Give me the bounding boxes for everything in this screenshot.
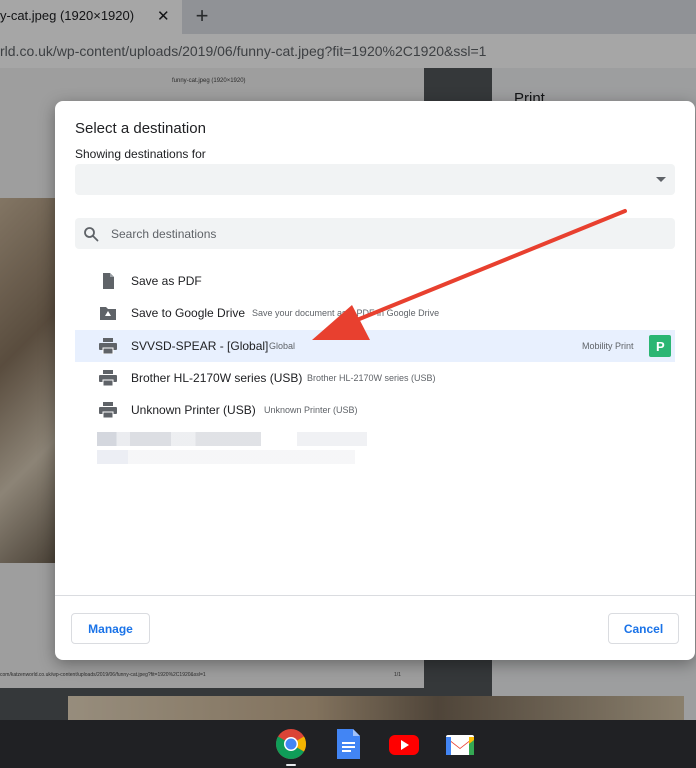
destination-row-unknown-printer[interactable]: Unknown Printer (USB) Unknown Printer (U… <box>75 394 675 426</box>
redacted-destination-2 <box>97 450 355 464</box>
destination-description: Brother HL-2170W series (USB) <box>307 373 436 383</box>
redacted-destination <box>97 432 261 446</box>
select-destination-dialog: Select a destination Showing destination… <box>55 101 695 660</box>
redacted-destination-detail <box>297 432 367 446</box>
destination-row-brother-printer[interactable]: Brother HL-2170W series (USB) Brother HL… <box>75 362 675 394</box>
footer-divider <box>55 595 695 596</box>
youtube-icon[interactable] <box>388 728 420 760</box>
printer-icon <box>99 338 117 354</box>
destination-description: Global <box>269 341 296 351</box>
destination-name: Save to Google Drive <box>131 306 246 320</box>
account-dropdown[interactable] <box>75 164 675 195</box>
printer-icon <box>99 370 117 386</box>
destination-name: Unknown Printer (USB) <box>131 403 256 417</box>
destination-description: Unknown Printer (USB) <box>264 405 358 415</box>
cancel-button[interactable]: Cancel <box>608 613 679 644</box>
dialog-title: Select a destination <box>75 120 206 137</box>
chrome-icon[interactable] <box>275 728 307 760</box>
search-icon <box>84 227 99 242</box>
destination-name: Brother HL-2170W series (USB) <box>131 371 303 385</box>
destination-description: Save your document as a PDF in Google Dr… <box>252 308 440 318</box>
search-box[interactable] <box>75 218 675 249</box>
gmail-icon[interactable] <box>444 728 476 760</box>
drive-icon <box>100 307 116 320</box>
destination-row-svvsd-spear[interactable]: SVVSD-SPEAR - [Global] Global Mobility P… <box>75 330 675 362</box>
active-app-indicator <box>286 764 296 766</box>
dialog-subtitle: Showing destinations for <box>75 147 206 161</box>
destination-name: Save as PDF <box>131 274 202 288</box>
destination-row-save-as-pdf[interactable]: Save as PDF <box>75 265 675 297</box>
destination-name: SVVSD-SPEAR - [Global] <box>131 339 269 353</box>
search-destinations-input[interactable] <box>111 218 661 249</box>
dropdown-arrow-icon <box>656 177 666 182</box>
manage-button[interactable]: Manage <box>71 613 150 644</box>
printer-icon <box>99 402 117 418</box>
shelf <box>0 720 696 768</box>
destination-extension-label: Mobility Print <box>582 341 634 351</box>
docs-icon[interactable] <box>332 728 364 760</box>
mobility-print-icon: P <box>649 335 671 357</box>
destination-row-google-drive[interactable]: Save to Google Drive Save your document … <box>75 297 675 329</box>
document-icon <box>103 273 114 289</box>
